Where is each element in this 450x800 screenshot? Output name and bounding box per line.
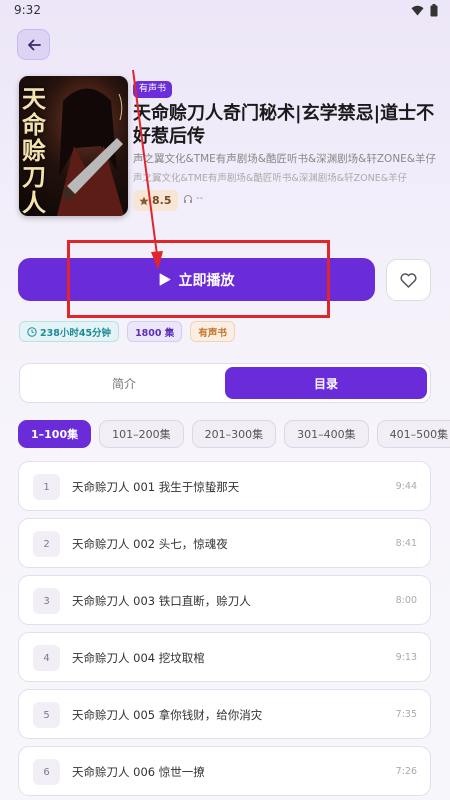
episode-duration: 7:26 — [395, 766, 417, 777]
episode-item[interactable]: 2 天命赊刀人 002 头七，惊魂夜 8:41 — [18, 518, 431, 568]
range-chip[interactable]: 201–300集 — [191, 420, 277, 448]
duration-text: 238小时45分钟 — [40, 327, 112, 339]
tab-catalog[interactable]: 目录 — [225, 367, 427, 399]
play-icon — [159, 273, 170, 286]
episode-number: 2 — [33, 531, 60, 557]
episode-duration: 7:35 — [395, 709, 417, 720]
rating-value: 8.5 — [152, 194, 172, 207]
cover-title-text: 天命赊刀人 — [22, 84, 46, 216]
rating-chip: 8.5 — [133, 190, 178, 211]
listen-info: -- — [183, 193, 203, 204]
tab-intro[interactable]: 简介 — [23, 367, 225, 399]
episode-title: 天命赊刀人 005 拿你钱财，给你消灾 — [72, 708, 263, 722]
wifi-icon — [411, 5, 424, 16]
episode-item[interactable]: 4 天命赊刀人 004 挖坟取棺 9:13 — [18, 632, 431, 682]
authors-line: 声之翼文化&TME有声剧场&酷匠听书&深渊剧场&轩ZONE&羊仔 — [133, 153, 436, 165]
favorite-button[interactable] — [386, 259, 431, 301]
episode-range-selector: 1–100集 101–200集 201–300集 301–400集 401–50… — [18, 420, 450, 448]
tag-chip: 有声书 — [133, 81, 173, 98]
episode-duration: 9:13 — [395, 652, 417, 663]
duration-badge: 238小时45分钟 — [19, 321, 120, 342]
play-now-button[interactable]: 立即播放 — [18, 258, 375, 301]
battery-icon — [430, 4, 438, 17]
range-chip[interactable]: 101–200集 — [99, 420, 184, 448]
status-icons — [411, 4, 438, 17]
status-bar: 9:32 — [0, 0, 450, 22]
episode-item[interactable]: 6 天命赊刀人 006 惊世一撩 7:26 — [18, 746, 431, 796]
episode-item[interactable]: 5 天命赊刀人 005 拿你钱财，给你消灾 7:35 — [18, 689, 431, 739]
info-badges: 238小时45分钟 1800 集 有声书 — [19, 321, 235, 342]
episode-item[interactable]: 1 天命赊刀人 001 我生于惊蛰那天 9:44 — [18, 461, 431, 511]
range-chip[interactable]: 301–400集 — [284, 420, 369, 448]
episode-title: 天命赊刀人 002 头七，惊魂夜 — [72, 537, 228, 551]
episode-duration: 8:41 — [395, 538, 417, 549]
book-cover[interactable]: 天命赊刀人 — [19, 76, 128, 216]
episode-count-badge: 1800 集 — [127, 321, 183, 342]
headphones-icon — [183, 194, 193, 203]
status-time: 9:32 — [14, 3, 41, 17]
play-now-label: 立即播放 — [178, 272, 235, 289]
detail-tabs: 简介 目录 — [19, 363, 431, 403]
star-icon — [139, 196, 149, 205]
episode-title: 天命赊刀人 006 惊世一撩 — [72, 765, 205, 779]
heart-icon — [400, 272, 417, 288]
episode-item[interactable]: 3 天命赊刀人 003 铁口直断，赊刀人 8:00 — [18, 575, 431, 625]
episode-title: 天命赊刀人 001 我生于惊蛰那天 — [72, 480, 240, 494]
book-title: 天命赊刀人奇门秘术|玄学禁忌|道士不好惹后传 — [133, 103, 435, 147]
arrow-left-icon — [27, 39, 41, 50]
episode-number: 6 — [33, 759, 60, 785]
type-badge: 有声书 — [190, 321, 235, 342]
back-button[interactable] — [17, 29, 50, 60]
episode-number: 5 — [33, 702, 60, 728]
episode-list: 1 天命赊刀人 001 我生于惊蛰那天 9:44 2 天命赊刀人 002 头七，… — [18, 461, 431, 800]
range-chip[interactable]: 401–500集 — [376, 420, 450, 448]
authors-line-secondary: 声之翼文化&TME有声剧场&酷匠听书&深渊剧场&轩ZONE&羊仔 — [133, 173, 408, 184]
episode-number: 1 — [33, 474, 60, 500]
episode-title: 天命赊刀人 004 挖坟取棺 — [72, 651, 205, 665]
episode-duration: 9:44 — [395, 481, 417, 492]
listen-count: -- — [196, 193, 204, 204]
episode-number: 3 — [33, 588, 60, 614]
episode-title: 天命赊刀人 003 铁口直断，赊刀人 — [72, 594, 251, 608]
episode-number: 4 — [33, 645, 60, 671]
range-chip[interactable]: 1–100集 — [18, 420, 92, 448]
episode-duration: 8:00 — [395, 595, 417, 606]
clock-icon — [27, 326, 37, 337]
